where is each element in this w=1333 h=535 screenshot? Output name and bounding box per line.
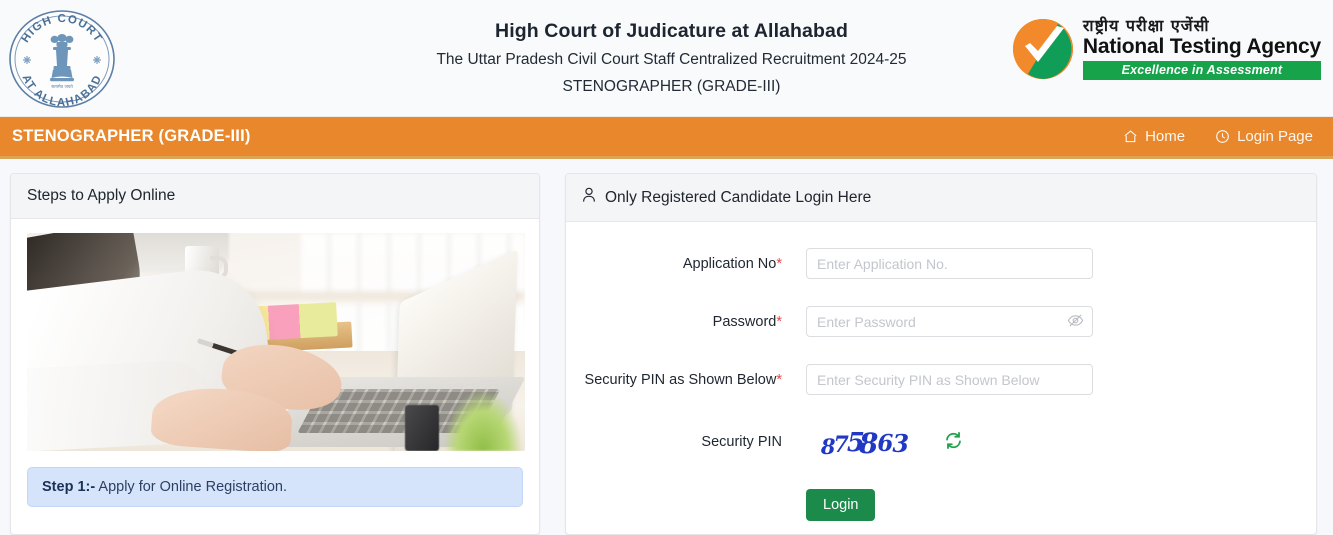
nav-link-home-label: Home	[1145, 128, 1186, 145]
security-pin-required-mark: *	[776, 371, 782, 388]
user-icon	[582, 187, 596, 208]
page-header: HIGH COURT AT ALLAHABAD सत्यमेव जयते Hig…	[0, 0, 1333, 117]
application-no-field	[806, 248, 1093, 279]
captcha-image: 875863	[806, 422, 924, 462]
nta-hindi-label: राष्ट्रीय परीक्षा एजेंसी	[1082, 16, 1210, 36]
captcha-digit: 8	[858, 426, 879, 460]
password-required-mark: *	[776, 313, 782, 330]
steps-card-title: Steps to Apply Online	[27, 187, 176, 204]
clock-icon	[1215, 129, 1230, 144]
security-pin-input[interactable]	[806, 364, 1093, 395]
security-pin-input-row: Security PIN as Shown Below*	[566, 364, 1316, 395]
refresh-icon	[944, 431, 963, 453]
password-visibility-toggle-button[interactable]	[1067, 313, 1084, 331]
password-field	[806, 306, 1093, 337]
step-item-1: Step 1:- Apply for Online Registration.	[27, 467, 523, 507]
password-label-text: Password	[712, 313, 777, 330]
login-card-title: Only Registered Candidate Login Here	[605, 188, 872, 206]
captcha-digit: 8	[820, 433, 836, 459]
main-content: Steps to Apply Online Step 1:- Apply for…	[0, 159, 1333, 535]
password-label: Password*	[566, 314, 806, 330]
svg-text:सत्यमेव जयते: सत्यमेव जयते	[51, 84, 73, 90]
navbar-brand: STENOGRAPHER (GRADE-III)	[12, 127, 251, 145]
steps-card-body: Step 1:- Apply for Online Registration.	[11, 219, 539, 507]
security-pin-input-label: Security PIN as Shown Below*	[566, 372, 806, 388]
captcha-digit: 3	[892, 428, 909, 458]
login-submit-button[interactable]: Login	[806, 489, 876, 521]
application-no-required-mark: *	[776, 255, 782, 272]
application-no-row: Application No*	[566, 248, 1316, 279]
nta-emblem-icon	[1012, 18, 1074, 80]
steps-card-header: Steps to Apply Online	[11, 174, 539, 219]
captcha-digit: 7	[833, 431, 849, 458]
eye-slash-icon	[1067, 313, 1084, 331]
login-form: Application No* Password*	[566, 222, 1316, 521]
application-no-label: Application No*	[566, 256, 806, 272]
captcha-refresh-button[interactable]	[944, 431, 963, 453]
nav-link-login-page-label: Login Page	[1237, 128, 1313, 145]
main-navbar: STENOGRAPHER (GRADE-III) Home Login Page	[0, 117, 1333, 159]
password-input[interactable]	[806, 306, 1093, 337]
captcha-digit: 6	[877, 429, 893, 457]
application-no-input[interactable]	[806, 248, 1093, 279]
high-court-seal-logo: HIGH COURT AT ALLAHABAD सत्यमेव जयते	[6, 8, 118, 110]
login-card: Only Registered Candidate Login Here App…	[565, 173, 1317, 535]
security-pin-field	[806, 364, 1093, 395]
nav-link-home[interactable]: Home	[1123, 128, 1185, 145]
application-no-label-text: Application No	[682, 255, 777, 272]
step-item-1-number: Step 1:-	[42, 479, 96, 495]
nta-logo: राष्ट्रीय परीक्षा एजेंसी National Testin…	[1012, 16, 1321, 80]
page-subtitle-post: STENOGRAPHER (GRADE-III)	[562, 78, 781, 96]
captcha-row: Security PIN 875863	[566, 422, 1316, 462]
nav-link-login-page[interactable]: Login Page	[1215, 128, 1313, 145]
nta-text-block: राष्ट्रीय परीक्षा एजेंसी National Testin…	[1082, 16, 1321, 80]
captcha-code: 875863	[820, 426, 909, 460]
captcha-label: Security PIN	[701, 434, 782, 450]
nta-english-label: National Testing Agency	[1082, 34, 1321, 58]
security-pin-input-label-text: Security PIN as Shown Below	[584, 371, 777, 388]
home-icon	[1123, 129, 1138, 144]
navbar-links: Home Login Page	[1123, 128, 1317, 145]
password-row: Password*	[566, 306, 1316, 337]
login-card-header: Only Registered Candidate Login Here	[566, 174, 1316, 222]
office-typing-photo	[27, 233, 525, 451]
step-item-1-text: Apply for Online Registration.	[95, 479, 287, 495]
steps-to-apply-card: Steps to Apply Online Step 1:- Apply for…	[10, 173, 540, 535]
nta-tagline: Excellence in Assessment	[1082, 60, 1321, 80]
